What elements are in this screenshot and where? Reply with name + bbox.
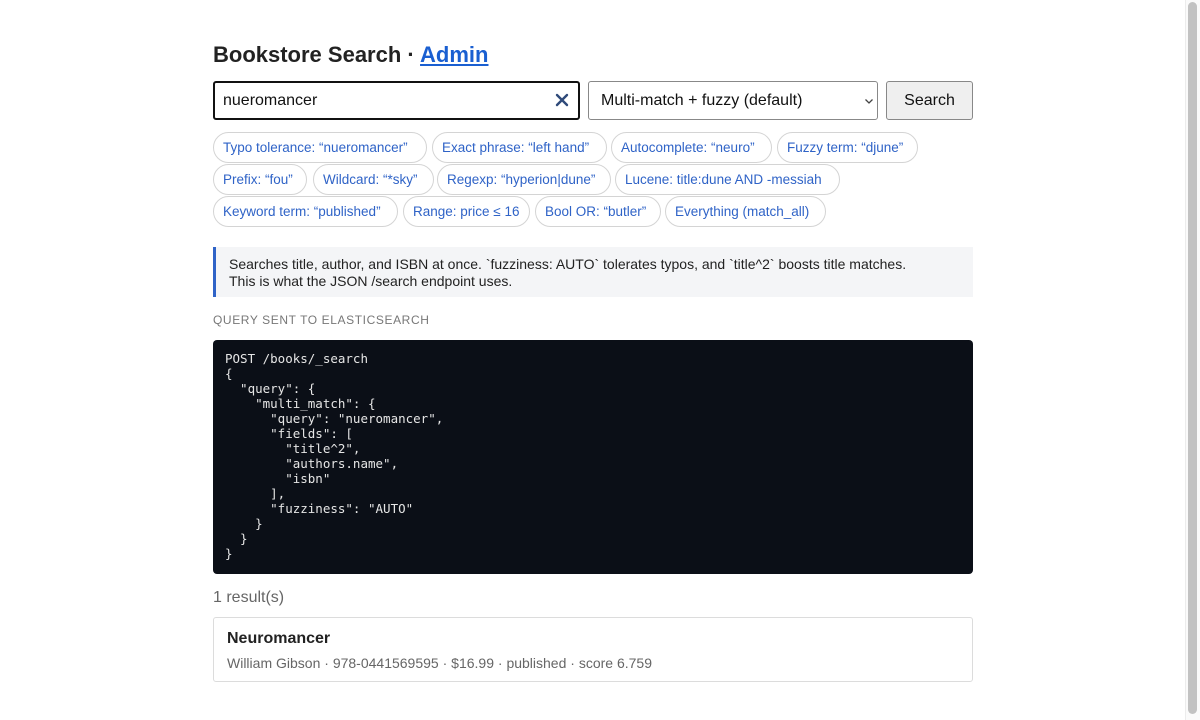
scrollbar[interactable]	[1185, 0, 1200, 720]
mode-description-line-2: This is what the JSON /search endpoint u…	[229, 273, 513, 289]
example-chip-autocomplete[interactable]: Autocomplete: “neuro”	[611, 132, 772, 163]
example-chip-fuzzy[interactable]: Fuzzy term: “djune”	[777, 132, 918, 163]
result-price: $16.99	[451, 655, 494, 671]
mode-description-line-1: Searches title, author, and ISBN at once…	[229, 256, 907, 272]
example-chip-lucene[interactable]: Lucene: title:dune AND -messiah	[615, 164, 840, 195]
example-chip-prefix[interactable]: Prefix: “fou”	[213, 164, 307, 195]
example-chip-range[interactable]: Range: price ≤ 16	[403, 196, 530, 227]
title-separator: ·	[407, 42, 415, 67]
result-status: published	[506, 655, 567, 671]
result-author: William Gibson	[227, 655, 321, 671]
example-chip-keyword[interactable]: Keyword term: “published”	[213, 196, 398, 227]
query-mode-selected[interactable]: Multi-match + fuzzy (default)	[601, 82, 802, 119]
result-item[interactable]: Neuromancer William Gibson · 978-0441569…	[213, 617, 973, 682]
query-code-block: POST /books/_search { "query": { "multi_…	[213, 340, 973, 574]
result-count: 1 result(s)	[213, 589, 285, 606]
search-input[interactable]: nueromancer	[213, 81, 580, 120]
result-title[interactable]: Neuromancer	[227, 630, 330, 648]
example-chip-match-all[interactable]: Everything (match_all)	[665, 196, 826, 227]
close-icon[interactable]	[554, 92, 570, 108]
admin-link[interactable]: Admin	[420, 42, 488, 67]
page-title: Bookstore Search · Admin	[213, 40, 489, 70]
example-chip-bool[interactable]: Bool OR: “butler”	[535, 196, 661, 227]
mode-description: Searches title, author, and ISBN at once…	[213, 247, 973, 297]
query-section-label: QUERY SENT TO ELASTICSEARCH	[213, 313, 430, 327]
scrollbar-thumb[interactable]	[1188, 2, 1197, 714]
example-chip-regexp[interactable]: Regexp: “hyperion|dune”	[437, 164, 611, 195]
search-input-value[interactable]: nueromancer	[223, 83, 317, 118]
search-row: nueromancer Multi-match + fuzzy (default…	[213, 81, 973, 120]
chevron-down-icon	[865, 99, 873, 104]
query-mode-select[interactable]: Multi-match + fuzzy (default)	[588, 81, 878, 120]
result-score: score 6.759	[578, 655, 652, 671]
result-meta: William Gibson · 978-0441569595 · $16.99…	[227, 655, 652, 671]
page-title-text: Bookstore Search	[213, 42, 402, 67]
result-isbn: 978-0441569595	[332, 655, 439, 671]
example-chip-phrase[interactable]: Exact phrase: “left hand”	[432, 132, 607, 163]
example-chip-typo[interactable]: Typo tolerance: “nueromancer”	[213, 132, 427, 163]
search-button[interactable]: Search	[886, 81, 973, 120]
example-chip-wildcard[interactable]: Wildcard: “*sky”	[313, 164, 434, 195]
